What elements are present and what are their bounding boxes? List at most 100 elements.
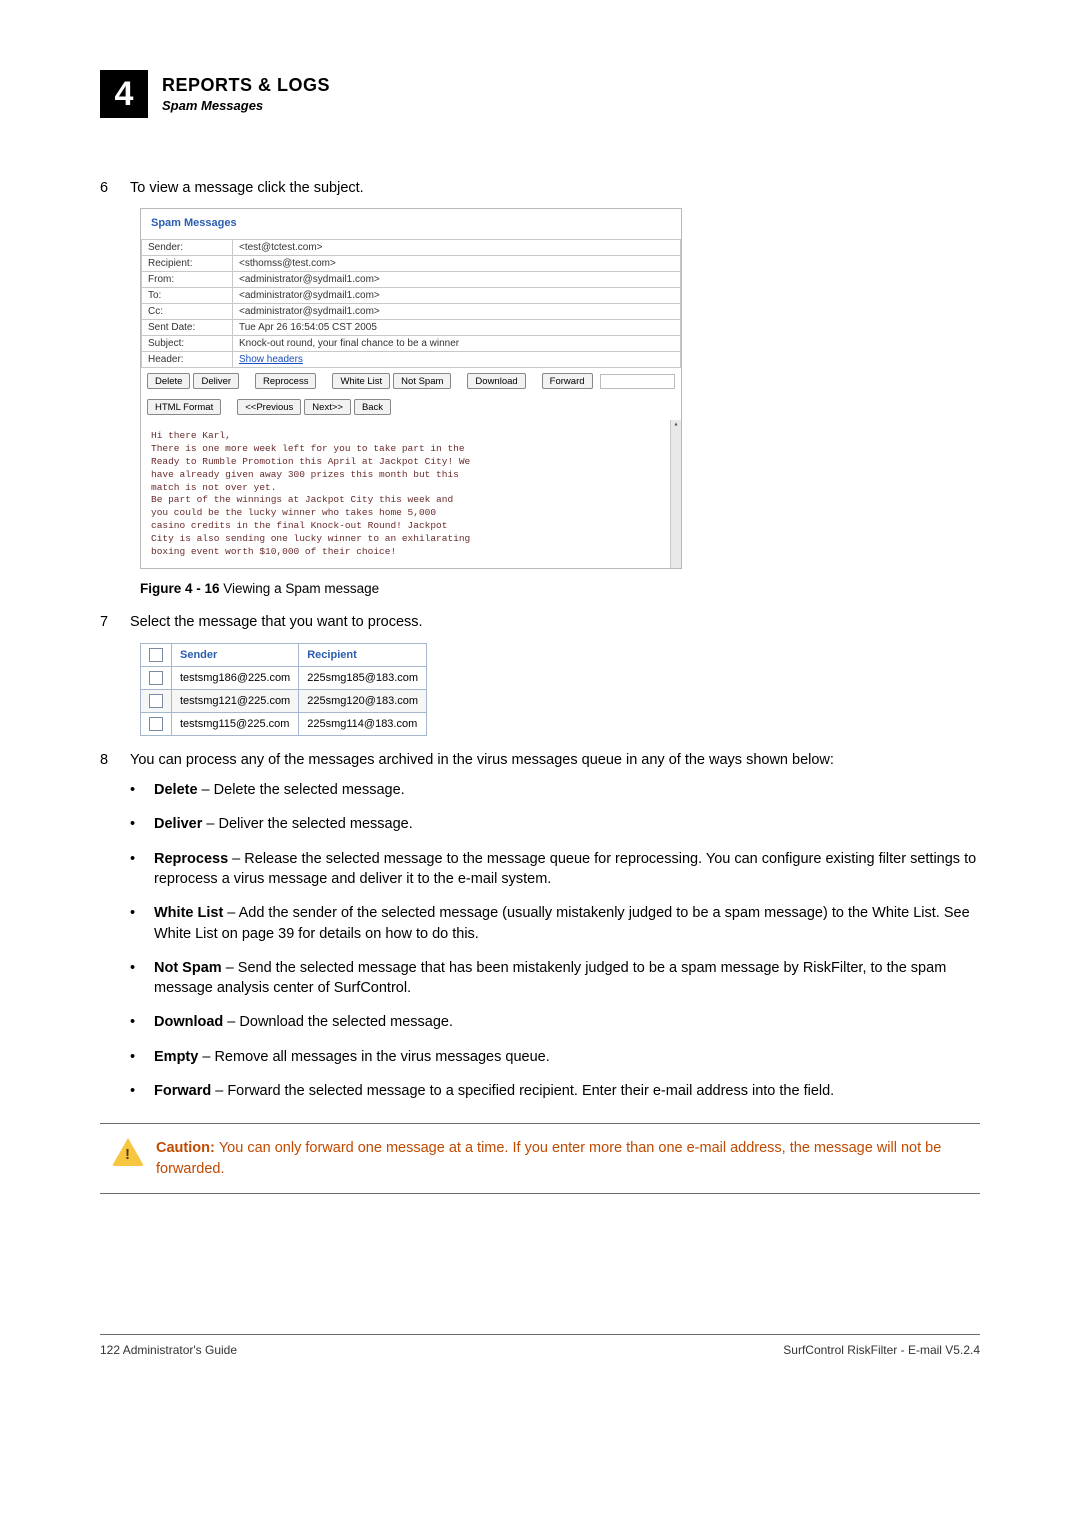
- bullet-desc: – Send the selected message that has bee…: [154, 960, 946, 996]
- bullet-desc: – Delete the selected message.: [198, 782, 405, 798]
- warning-icon: !: [112, 1138, 144, 1166]
- value-sent-date: Tue Apr 26 16:54:05 CST 2005: [233, 320, 681, 336]
- html-format-button[interactable]: HTML Format: [147, 399, 221, 415]
- table-row: testsmg121@225.com 225smg120@183.com: [141, 689, 427, 712]
- value-recipient: <sthomss@test.com>: [233, 256, 681, 272]
- table-row: testsmg115@225.com 225smg114@183.com: [141, 712, 427, 735]
- bullet-desc: – Add the sender of the selected message…: [154, 905, 970, 941]
- caution-text: You can only forward one message at a ti…: [156, 1140, 941, 1176]
- col-sender: Sender: [172, 643, 299, 666]
- row-checkbox[interactable]: [149, 671, 163, 685]
- notspam-button[interactable]: Not Spam: [393, 373, 451, 389]
- caution-label: Caution:: [156, 1140, 219, 1156]
- body-line: Ready to Rumble Promotion this April at …: [151, 456, 651, 469]
- step-number: 8: [100, 750, 130, 770]
- step-number: 6: [100, 178, 130, 198]
- action-bullet-list: •Delete – Delete the selected message. •…: [130, 780, 980, 1101]
- label-from: From:: [142, 272, 233, 288]
- next-button[interactable]: Next>>: [304, 399, 351, 415]
- row-checkbox[interactable]: [149, 717, 163, 731]
- download-button[interactable]: Download: [467, 373, 525, 389]
- spam-message-panel: Spam Messages Sender:<test@tctest.com> R…: [140, 208, 682, 569]
- figure-text: Viewing a Spam message: [220, 581, 380, 596]
- footer-right: SurfControl RiskFilter - E-mail V5.2.4: [783, 1343, 980, 1357]
- step-number: 7: [100, 612, 130, 632]
- message-detail-table: Sender:<test@tctest.com> Recipient:<stho…: [141, 239, 681, 368]
- bullet-term: Empty: [154, 1049, 198, 1065]
- body-line: have already given away 300 prizes this …: [151, 469, 651, 482]
- table-row: testsmg186@225.com 225smg185@183.com: [141, 666, 427, 689]
- body-line: boxing event worth $10,000 of their choi…: [151, 546, 651, 559]
- bullet-term: Download: [154, 1014, 223, 1030]
- bullet-desc: – Release the selected message to the me…: [154, 851, 976, 887]
- list-item: •Delete – Delete the selected message.: [130, 780, 980, 800]
- chapter-number-badge: 4: [100, 70, 148, 118]
- body-line: There is one more week left for you to t…: [151, 443, 651, 456]
- label-subject: Subject:: [142, 336, 233, 352]
- deliver-button[interactable]: Deliver: [193, 373, 239, 389]
- step-8: 8 You can process any of the messages ar…: [100, 750, 980, 770]
- delete-button[interactable]: Delete: [147, 373, 190, 389]
- scrollbar[interactable]: ▴: [670, 420, 681, 568]
- bullet-desc: – Download the selected message.: [223, 1014, 453, 1030]
- step-text: Select the message that you want to proc…: [130, 612, 980, 632]
- body-line: you could be the lucky winner who takes …: [151, 507, 651, 520]
- label-sent-date: Sent Date:: [142, 320, 233, 336]
- bullet-term: Deliver: [154, 816, 202, 832]
- label-cc: Cc:: [142, 304, 233, 320]
- label-sender: Sender:: [142, 240, 233, 256]
- chapter-title: REPORTS & LOGS: [162, 75, 330, 96]
- message-select-table: Sender Recipient testsmg186@225.com 225s…: [140, 643, 427, 736]
- row-checkbox[interactable]: [149, 694, 163, 708]
- label-to: To:: [142, 288, 233, 304]
- body-line: casino credits in the final Knock-out Ro…: [151, 520, 651, 533]
- value-sender: <test@tctest.com>: [233, 240, 681, 256]
- bullet-desc: – Deliver the selected message.: [202, 816, 412, 832]
- cell-recipient: 225smg114@183.com: [299, 712, 427, 735]
- page-footer: 122 Administrator's Guide SurfControl Ri…: [100, 1334, 980, 1357]
- list-item: •Empty – Remove all messages in the viru…: [130, 1047, 980, 1067]
- bullet-desc: – Remove all messages in the virus messa…: [198, 1049, 549, 1065]
- bullet-term: Delete: [154, 782, 198, 798]
- cell-sender: testsmg115@225.com: [172, 712, 299, 735]
- value-from: <administrator@sydmail1.com>: [233, 272, 681, 288]
- show-headers-link[interactable]: Show headers: [239, 354, 303, 365]
- bullet-term: Forward: [154, 1083, 211, 1099]
- body-line: Be part of the winnings at Jackpot City …: [151, 494, 651, 507]
- figure-4-16-caption: Figure 4 - 16 Viewing a Spam message: [140, 581, 980, 596]
- figure-label: Figure 4 - 16: [140, 581, 220, 596]
- list-item: •White List – Add the sender of the sele…: [130, 903, 980, 944]
- forward-button[interactable]: Forward: [542, 373, 593, 389]
- body-line: City is also sending one lucky winner to…: [151, 533, 651, 546]
- reprocess-button[interactable]: Reprocess: [255, 373, 316, 389]
- select-all-checkbox[interactable]: [149, 648, 163, 662]
- label-header: Header:: [142, 352, 233, 368]
- whitelist-button[interactable]: White List: [332, 373, 390, 389]
- back-button[interactable]: Back: [354, 399, 391, 415]
- step-text: You can process any of the messages arch…: [130, 750, 980, 770]
- scroll-up-icon[interactable]: ▴: [671, 420, 681, 430]
- chapter-header: 4 REPORTS & LOGS Spam Messages: [100, 70, 980, 118]
- footer-left: 122 Administrator's Guide: [100, 1343, 237, 1357]
- bullet-term: White List: [154, 905, 223, 921]
- bullet-term: Not Spam: [154, 960, 222, 976]
- cell-sender: testsmg186@225.com: [172, 666, 299, 689]
- cell-recipient: 225smg185@183.com: [299, 666, 427, 689]
- cell-sender: testsmg121@225.com: [172, 689, 299, 712]
- list-item: •Reprocess – Release the selected messag…: [130, 849, 980, 890]
- value-to: <administrator@sydmail1.com>: [233, 288, 681, 304]
- forward-input[interactable]: [600, 374, 675, 389]
- previous-button[interactable]: <<Previous: [237, 399, 301, 415]
- value-cc: <administrator@sydmail1.com>: [233, 304, 681, 320]
- list-item: •Not Spam – Send the selected message th…: [130, 958, 980, 999]
- list-item: •Deliver – Deliver the selected message.: [130, 814, 980, 834]
- chapter-subtitle: Spam Messages: [162, 98, 330, 113]
- panel-title: Spam Messages: [141, 209, 681, 239]
- body-line: Hi there Karl,: [151, 430, 651, 443]
- caution-box: ! Caution: You can only forward one mess…: [100, 1123, 980, 1194]
- message-body: ▴ Hi there Karl, There is one more week …: [141, 420, 681, 568]
- body-line: match is not over yet.: [151, 482, 651, 495]
- col-recipient: Recipient: [299, 643, 427, 666]
- list-item: •Download – Download the selected messag…: [130, 1012, 980, 1032]
- step-6: 6 To view a message click the subject.: [100, 178, 980, 198]
